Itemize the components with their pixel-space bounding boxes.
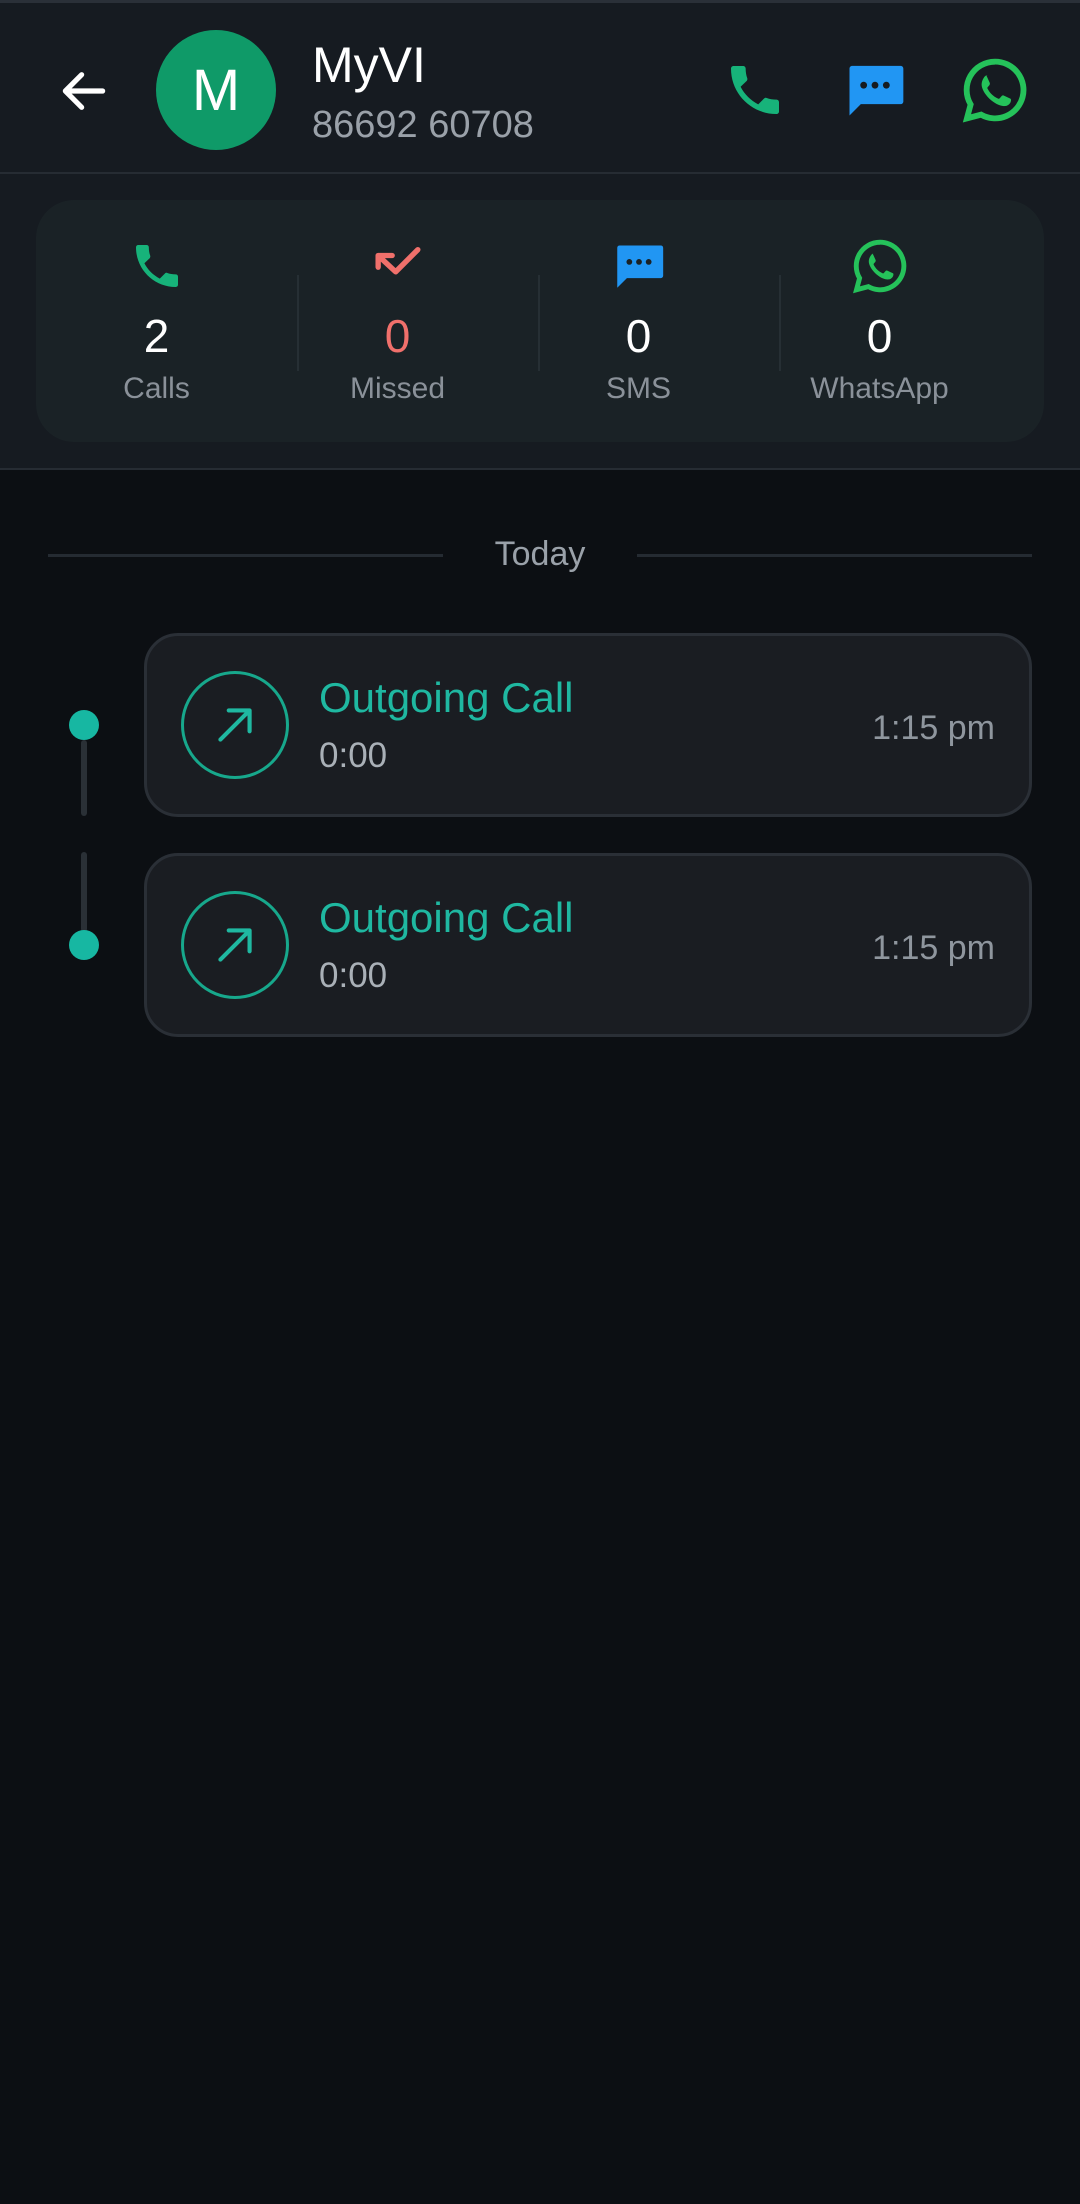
stat-missed: 0 Missed — [277, 200, 518, 442]
stat-whatsapp-label: WhatsApp — [810, 372, 949, 405]
date-label: Today — [476, 535, 604, 573]
outgoing-arrow-icon — [218, 928, 252, 962]
call-log-item[interactable]: Outgoing Call 0:00 1:15 pm — [144, 633, 1032, 817]
call-time: 1:15 pm — [872, 929, 995, 967]
missed-call-icon — [374, 246, 421, 275]
outgoing-arrow-icon — [218, 708, 252, 742]
arrow-left-icon — [62, 72, 106, 110]
call-time: 1:15 pm — [872, 709, 995, 747]
back-button[interactable] — [48, 55, 120, 127]
message-button[interactable] — [832, 47, 918, 133]
whatsapp-button[interactable] — [952, 47, 1038, 133]
stat-missed-label: Missed — [349, 372, 446, 405]
stat-whatsapp: 0 WhatsApp — [759, 200, 1000, 442]
date-separator: Today — [48, 530, 1032, 580]
stat-calls-label: Calls — [123, 372, 190, 405]
phone-icon — [731, 66, 779, 114]
stat-missed-value: 0 — [384, 310, 411, 362]
stats-section: 2 Calls 0 Missed 0 SMS 0 WhatsApp — [0, 174, 1080, 470]
call-button[interactable] — [712, 47, 798, 133]
timeline-connector — [81, 740, 87, 816]
contact-header: M MyVI 86692 60708 — [0, 0, 1080, 174]
stat-calls: 2 Calls — [36, 200, 277, 442]
call-duration: 0:00 — [319, 736, 388, 775]
stat-sms: 0 SMS — [518, 200, 759, 442]
avatar: M — [156, 30, 276, 150]
timeline-dot — [69, 710, 99, 740]
stats-card: 2 Calls 0 Missed 0 SMS 0 WhatsApp — [36, 200, 1044, 442]
whatsapp-icon — [852, 239, 906, 294]
call-type: Outgoing Call — [319, 894, 574, 941]
call-log-item[interactable]: Outgoing Call 0:00 1:15 pm — [144, 853, 1032, 1037]
stat-sms-value: 0 — [625, 310, 652, 362]
timeline-connector — [81, 852, 87, 932]
stat-calls-value: 2 — [143, 310, 170, 362]
stat-sms-label: SMS — [605, 372, 671, 405]
contact-number: 86692 60708 — [312, 104, 534, 146]
phone-icon — [135, 245, 178, 287]
message-icon — [849, 65, 904, 116]
stat-whatsapp-value: 0 — [866, 310, 893, 362]
message-icon — [616, 245, 663, 288]
whatsapp-icon — [962, 58, 1027, 123]
timeline-dot — [69, 930, 99, 960]
call-duration: 0:00 — [319, 956, 388, 995]
call-type: Outgoing Call — [319, 674, 574, 721]
avatar-letter: M — [191, 57, 241, 123]
contact-name: MyVI — [312, 37, 426, 93]
